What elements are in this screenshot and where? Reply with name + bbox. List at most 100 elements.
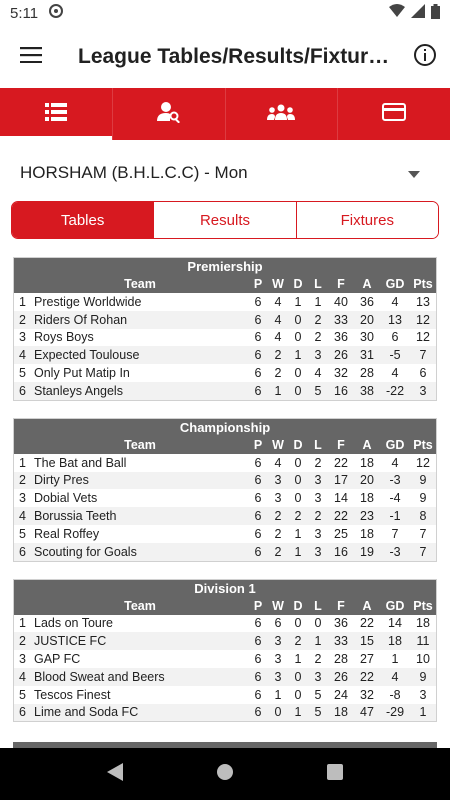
cell-d: 1: [288, 703, 308, 722]
cell-a: 28: [360, 366, 374, 381]
home-icon[interactable]: [216, 763, 234, 786]
cell-a: 22: [360, 616, 374, 631]
col-team-header: Team: [32, 275, 248, 293]
back-icon[interactable]: [106, 762, 123, 786]
col-w-header: W: [268, 596, 288, 615]
wifi-icon: [389, 4, 405, 22]
cell-l: 3: [308, 542, 328, 561]
cell-a: 31: [354, 346, 380, 365]
cell-f: 16: [328, 542, 354, 561]
col-d-header: D: [288, 275, 308, 293]
cell-a: 27: [360, 652, 374, 667]
segment-tables[interactable]: Tables: [12, 202, 155, 238]
cell-gd: -3: [380, 542, 410, 561]
cell-pts: 9: [410, 471, 436, 490]
cell-l: 3: [308, 667, 328, 686]
cell-team: Expected Toulouse: [32, 346, 248, 365]
cell-a: 18: [360, 491, 374, 506]
section-tabbar: [0, 88, 450, 140]
division-table: Division 1 Team P W D L F A GD Pts 1 Lad…: [13, 578, 437, 723]
cell-pos: 2: [14, 632, 32, 651]
cell-pts: 13: [416, 294, 430, 309]
tab-payments[interactable]: [338, 88, 450, 140]
cell-f: 25: [334, 526, 348, 541]
cell-f: 36: [334, 616, 348, 631]
cell-a: 18: [360, 455, 374, 470]
cell-l: 3: [308, 346, 328, 365]
table-row: 5 Tescos Finest 6 1 0 5 24 32 -8 3: [14, 686, 436, 704]
cell-l: 2: [308, 310, 328, 329]
cell-pts: 9: [410, 667, 436, 686]
status-bar: 5:11: [0, 0, 450, 26]
cell-pos: 3: [19, 330, 26, 345]
cell-team: The Bat and Ball: [34, 455, 127, 470]
cell-pts: 3: [410, 381, 436, 400]
cell-p: 6: [254, 366, 262, 381]
col-team-header: Team: [32, 435, 248, 454]
cell-team: Dobial Vets: [34, 491, 98, 506]
cell-l: 2: [314, 330, 322, 345]
cell-team: Blood Sweat and Beers: [32, 667, 248, 686]
cell-pos: 1: [19, 616, 26, 631]
cell-w: 2: [268, 346, 288, 365]
cell-w: 4: [268, 310, 288, 329]
cell-a: 36: [360, 294, 374, 309]
standings-table: Team P W D L F A GD Pts 1 The Bat and Bal…: [14, 435, 436, 561]
dropdown-arrow-icon: [408, 163, 420, 183]
col-l-header: L: [308, 435, 328, 454]
menu-button[interactable]: [0, 26, 62, 88]
cell-pos: 4: [14, 667, 32, 686]
cell-gd: 4: [391, 455, 399, 470]
col-l-header: L: [308, 596, 328, 615]
cell-l: 3: [314, 526, 322, 541]
cell-l: 3: [314, 491, 322, 506]
cell-w: 1: [274, 687, 282, 702]
table-row: 4 Borussia Teeth 6 2 2 2 22 23 -1 8: [14, 507, 436, 525]
cell-pts: 7: [410, 346, 436, 365]
card-icon: [382, 102, 407, 126]
tab-tables-list[interactable]: [0, 88, 113, 140]
table-row: 2 Riders Of Rohan 6 4 0 2 33 20 13 12: [14, 310, 436, 329]
cell-a: 19: [354, 542, 380, 561]
cell-team: Riders Of Rohan: [32, 310, 248, 329]
info-button[interactable]: [400, 26, 450, 88]
col-team-header: Team: [32, 596, 248, 615]
segment-fixtures[interactable]: Fixtures: [296, 202, 438, 238]
cell-d: 1: [288, 346, 308, 365]
division-title: Championship: [14, 418, 436, 436]
table-row: 5 Real Roffey 6 2 1 3 25 18 7 7: [14, 525, 436, 543]
league-dropdown[interactable]: HORSHAM (B.H.L.C.C) - Mon: [20, 155, 430, 191]
table-row: 1 Prestige Worldwide 6 4 1 1 40 36 4 13: [14, 293, 436, 311]
tab-player-search[interactable]: [113, 88, 226, 140]
cell-gd: 18: [380, 632, 410, 651]
recents-icon[interactable]: [327, 763, 344, 785]
segment-results[interactable]: Results: [154, 202, 297, 238]
cell-pts: 7: [419, 526, 427, 541]
tab-teams[interactable]: [226, 88, 339, 140]
cell-l: 4: [314, 366, 322, 381]
standings-table: Team P W D L F A GD Pts 1 Prestige Worldw…: [14, 275, 436, 400]
cell-gd: 7: [391, 526, 399, 541]
cell-team: Only Put Matip In: [34, 366, 130, 381]
cell-f: 33: [328, 632, 354, 651]
cell-w: 6: [274, 616, 282, 631]
cell-pos: 2: [14, 310, 32, 329]
cell-w: 1: [268, 381, 288, 400]
cell-d: 0: [294, 616, 302, 631]
cell-p: 6: [254, 330, 262, 345]
cell-l: 0: [314, 616, 322, 631]
cell-pts: 7: [410, 542, 436, 561]
cell-p: 6: [248, 703, 268, 722]
cell-l: 1: [314, 294, 322, 309]
cell-p: 6: [254, 455, 262, 470]
cell-team: Lads on Toure: [34, 616, 113, 631]
cell-gd: 1: [391, 652, 399, 667]
cell-team: Scouting for Goals: [32, 542, 248, 561]
cell-team: Lime and Soda FC: [32, 703, 248, 722]
page-title: League Tables/Results/Fixtur…: [78, 45, 388, 68]
cell-p: 6: [254, 687, 262, 702]
division-title: Premiership: [14, 258, 436, 275]
col-gd-header: GD: [380, 275, 410, 293]
cell-a: 32: [360, 687, 374, 702]
cell-gd: 14: [388, 616, 402, 631]
